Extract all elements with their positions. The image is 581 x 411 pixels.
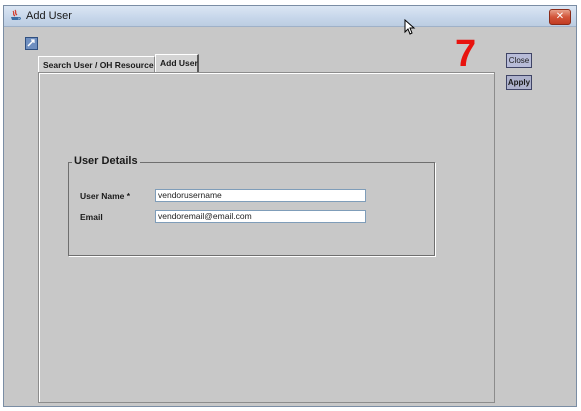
email-field[interactable]: vendoremail@email.com bbox=[155, 210, 366, 223]
tab-search-user[interactable]: Search User / OH Resource bbox=[38, 56, 155, 72]
user-details-legend: User Details bbox=[72, 155, 140, 167]
window-title: Add User bbox=[26, 10, 72, 22]
java-app-icon bbox=[9, 9, 22, 22]
close-button[interactable]: Close bbox=[506, 53, 532, 68]
tab-add-user[interactable]: Add User bbox=[155, 54, 199, 73]
window-close-button[interactable]: ✕ bbox=[549, 9, 571, 25]
email-label: Email bbox=[80, 212, 103, 222]
user-details-group bbox=[68, 162, 435, 256]
username-field[interactable]: vendorusername bbox=[155, 189, 366, 202]
apply-button[interactable]: Apply bbox=[506, 75, 532, 90]
mouse-cursor-icon bbox=[404, 18, 416, 35]
refresh-icon[interactable] bbox=[25, 37, 38, 50]
title-bar[interactable]: Add User ✕ bbox=[4, 6, 576, 27]
step-number-annotation: 7 bbox=[455, 33, 477, 75]
username-label: User Name * bbox=[80, 191, 131, 201]
